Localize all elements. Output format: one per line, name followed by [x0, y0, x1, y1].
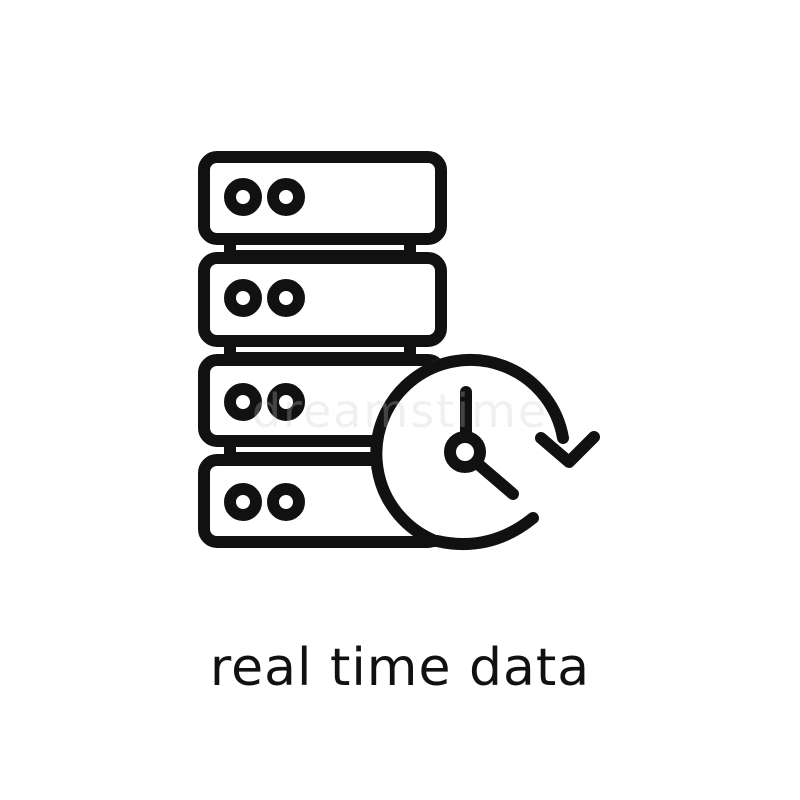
server-unit: [198, 252, 447, 347]
server-led: [267, 483, 305, 521]
clock-ring-tail: [431, 512, 539, 551]
server-led: [267, 383, 305, 421]
server-unit: [198, 151, 447, 245]
server-led: [224, 178, 262, 216]
server-led: [224, 279, 262, 317]
server-led: [267, 279, 305, 317]
clock-minute-hand: [472, 458, 519, 500]
server-led: [224, 383, 262, 421]
server-stack-icon: [198, 151, 447, 548]
server-led: [267, 178, 305, 216]
canvas: dreamstime real time data: [0, 0, 800, 800]
server-led: [224, 483, 262, 521]
clock-refresh-icon: [370, 353, 600, 551]
server-unit: [198, 354, 447, 447]
icon-caption: real time data: [209, 638, 591, 698]
